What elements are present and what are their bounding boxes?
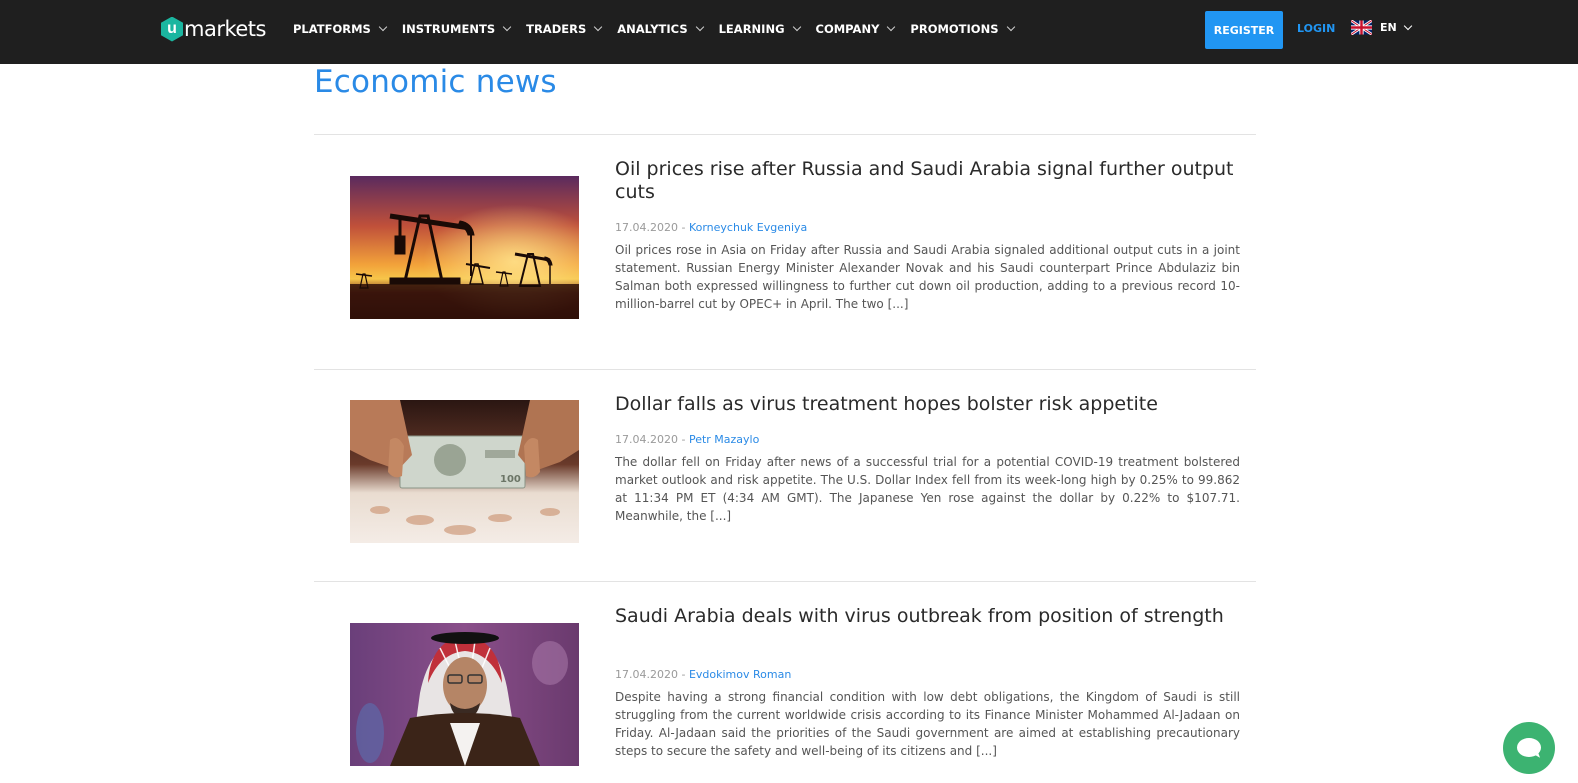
article-date: 17.04.2020 -	[615, 433, 689, 446]
nav-label: INSTRUMENTS	[401, 22, 496, 36]
saudi-official-portrait-image	[350, 623, 579, 766]
article-excerpt: The dollar fell on Friday after news of …	[615, 455, 1240, 523]
divider	[314, 134, 1256, 135]
article-meta: 17.04.2020 - Petr Mazaylo	[615, 433, 759, 446]
register-button[interactable]: REGISTER	[1205, 11, 1283, 49]
article-meta: 17.04.2020 - Korneychuk Evgeniya	[615, 221, 807, 234]
top-navigation-bar: u markets PLATFORMS INSTRUMENTS TRADERS …	[0, 0, 1578, 64]
chat-button[interactable]	[1503, 722, 1555, 774]
article-excerpt: Despite having a strong financial condit…	[615, 690, 1240, 758]
nav-item-learning[interactable]: LEARNING	[718, 20, 801, 38]
chevron-down-icon	[1006, 22, 1015, 32]
divider	[314, 369, 1256, 370]
login-link[interactable]: LOGIN	[1297, 22, 1335, 35]
article-image-saudi-official[interactable]	[350, 623, 579, 766]
language-selector[interactable]: EN	[1351, 20, 1412, 35]
chevron-down-icon	[1403, 21, 1412, 30]
article-title[interactable]: Oil prices rise after Russia and Saudi A…	[615, 158, 1240, 204]
chevron-down-icon	[792, 22, 801, 32]
nav-label: TRADERS	[526, 22, 587, 36]
article-image-oil-pumpjacks[interactable]	[350, 176, 579, 319]
article-excerpt: Oil prices rose in Asia on Friday after …	[615, 243, 1240, 311]
logo-text: markets	[184, 17, 266, 41]
oil-pumpjacks-sunset-image	[350, 176, 579, 319]
chevron-down-icon	[378, 22, 388, 32]
uk-flag-icon	[1351, 20, 1372, 35]
article-date: 17.04.2020 -	[615, 221, 689, 234]
article-title[interactable]: Dollar falls as virus treatment hopes bo…	[615, 393, 1240, 416]
article-author[interactable]: Evdokimov Roman	[689, 668, 791, 681]
nav-item-company[interactable]: COMPANY	[815, 20, 896, 38]
article-meta: 17.04.2020 - Evdokimov Roman	[615, 668, 791, 681]
article-date: 17.04.2020 -	[615, 668, 689, 681]
nav-label: ANALYTICS	[617, 22, 688, 36]
article-image-dollar[interactable]: 100	[350, 400, 579, 543]
logo-hexagon-icon: u	[161, 16, 183, 42]
umarkets-logo[interactable]: u markets	[161, 15, 266, 43]
language-code: EN	[1380, 21, 1397, 34]
divider	[314, 581, 1256, 582]
nav-item-analytics[interactable]: ANALYTICS	[617, 20, 704, 38]
chevron-down-icon	[695, 22, 704, 32]
main-nav: PLATFORMS INSTRUMENTS TRADERS ANALYTICS …	[293, 20, 1030, 38]
article-author[interactable]: Petr Mazaylo	[689, 433, 759, 446]
nav-item-promotions[interactable]: PROMOTIONS	[910, 20, 1015, 38]
nav-label: PLATFORMS	[293, 22, 371, 36]
nav-item-traders[interactable]: TRADERS	[526, 20, 603, 38]
hands-holding-dollar-bill-image: 100	[350, 400, 579, 543]
nav-label: PROMOTIONS	[910, 22, 999, 36]
chevron-down-icon	[502, 22, 512, 32]
nav-label: COMPANY	[815, 22, 880, 36]
chevron-down-icon	[887, 22, 896, 32]
nav-item-instruments[interactable]: INSTRUMENTS	[401, 20, 512, 38]
svg-text:100: 100	[500, 474, 521, 485]
article-title[interactable]: Saudi Arabia deals with virus outbreak f…	[615, 605, 1240, 628]
nav-item-platforms[interactable]: PLATFORMS	[293, 20, 388, 38]
article-author[interactable]: Korneychuk Evgeniya	[689, 221, 807, 234]
nav-label: LEARNING	[718, 22, 785, 36]
chevron-down-icon	[594, 22, 603, 32]
page-title: Economic news	[314, 64, 557, 100]
logo-mark: u	[167, 20, 177, 37]
